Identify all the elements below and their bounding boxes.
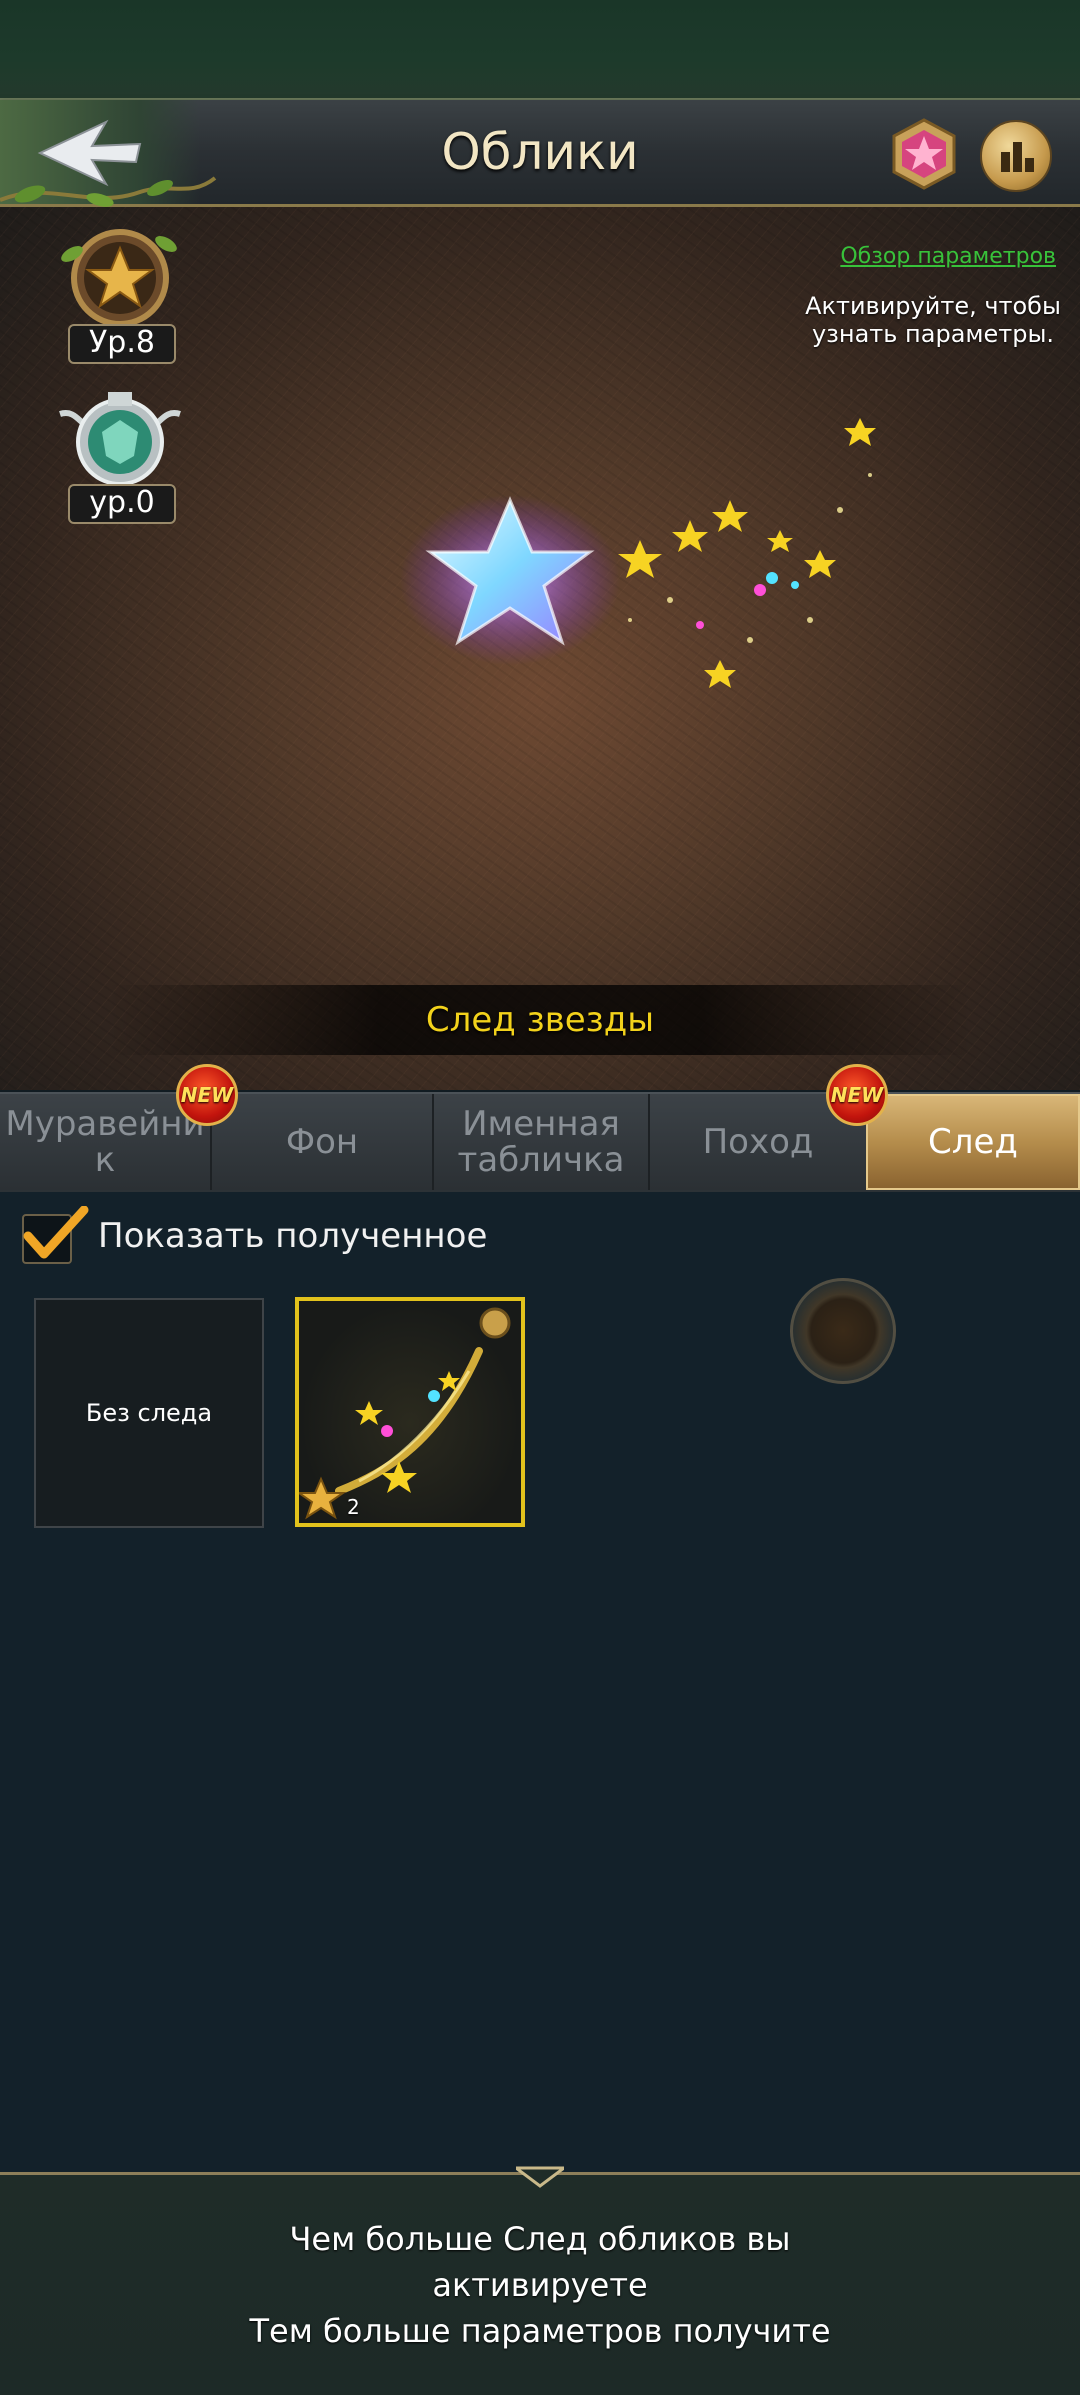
top-decor-strip <box>0 0 1080 100</box>
star-rating-count: 2 <box>347 1495 360 1519</box>
trail-name: След звезды <box>425 1000 655 1040</box>
stats-overview-link[interactable]: Обзор параметров <box>780 244 1056 269</box>
new-badge-anthill: NEW <box>176 1064 238 1126</box>
skin-icon-coin <box>479 1307 511 1339</box>
pink-crystal-icon <box>892 118 956 190</box>
slot-star-trail[interactable]: 2 <box>295 1297 525 1527</box>
shield-level-text: ур.0 <box>68 484 176 524</box>
show-owned-checkbox[interactable]: Показать полученное <box>22 1206 582 1266</box>
gem-button[interactable] <box>888 118 960 190</box>
star-level-badge[interactable]: Ур.8 <box>50 224 190 364</box>
tab-trail-label: След <box>928 1122 1018 1162</box>
footer-hint-line-3: Тем больше параметров получите <box>249 2312 831 2350</box>
footer-chevron-icon <box>516 2166 564 2188</box>
star-rating-icon <box>299 1476 347 1520</box>
activate-hint-text: Активируйте, чтобы узнать параметры. <box>805 292 1061 348</box>
tab-nameplate[interactable]: Именная табличка <box>434 1094 650 1190</box>
new-badge-march: NEW <box>826 1064 888 1126</box>
leaderboard-button[interactable] <box>980 120 1052 192</box>
page-title: Облики <box>441 123 639 181</box>
star-trail-preview-icon <box>400 418 876 688</box>
checkmark-icon <box>23 1206 89 1259</box>
show-owned-label: Показать полученное <box>98 1216 488 1256</box>
floating-action-button[interactable] <box>790 1278 896 1384</box>
tab-anthill-label: Муравейни к <box>5 1104 205 1180</box>
shield-medal-icon <box>59 392 181 486</box>
leaderboard-icon <box>1001 152 1010 172</box>
tab-march-label: Поход <box>702 1122 814 1162</box>
star-level-text: Ур.8 <box>68 324 176 364</box>
tab-nameplate-label: Именная табличка <box>457 1104 625 1180</box>
star-trail-thumbnail-icon <box>299 1307 511 1520</box>
slot-no-trail[interactable]: Без следа <box>34 1298 264 1528</box>
tab-background[interactable]: Фон <box>212 1094 434 1190</box>
shield-level-badge[interactable]: ур.0 <box>50 384 190 524</box>
tab-trail[interactable]: След <box>866 1094 1080 1190</box>
vine-decoration <box>0 176 217 207</box>
star-medal-icon <box>61 229 177 327</box>
tab-background-label: Фон <box>285 1122 359 1162</box>
footer-hint-line-2: активируете <box>432 2266 648 2304</box>
footer-hint-line-1: Чем больше След обликов вы <box>289 2220 791 2258</box>
slot-no-trail-label: Без следа <box>85 1399 213 1427</box>
